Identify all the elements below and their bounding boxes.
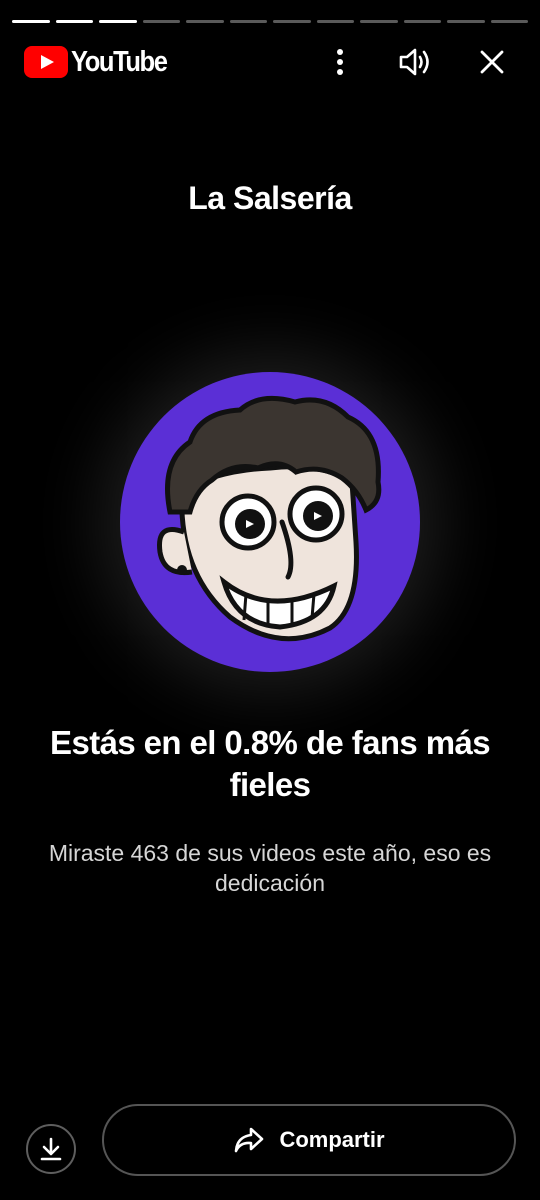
- progress-segment: [12, 20, 50, 23]
- progress-segment: [55, 20, 93, 23]
- youtube-play-icon: [24, 46, 68, 78]
- youtube-wordmark: YouTube: [71, 45, 168, 78]
- close-button[interactable]: [468, 38, 516, 86]
- download-button[interactable]: [26, 1124, 76, 1174]
- more-options-button[interactable]: [316, 38, 364, 86]
- videos-watched-text: Miraste 463 de sus videos este año, eso …: [48, 840, 492, 896]
- share-button[interactable]: Compartir: [102, 1104, 516, 1176]
- story-progress-bar: [12, 20, 528, 23]
- story-header: YouTube: [24, 38, 516, 86]
- progress-segment: [229, 20, 267, 23]
- progress-segment: [273, 20, 311, 23]
- channel-avatar: [120, 372, 420, 672]
- share-arrow-icon: [233, 1126, 265, 1154]
- progress-segment: [316, 20, 354, 23]
- download-icon: [40, 1137, 62, 1161]
- progress-segment: [490, 20, 528, 23]
- progress-segment: [186, 20, 224, 23]
- header-actions: [288, 38, 516, 86]
- progress-segment: [360, 20, 398, 23]
- youtube-logo: YouTube: [24, 46, 180, 79]
- progress-segment: [447, 20, 485, 23]
- volume-button[interactable]: [392, 38, 440, 86]
- close-icon: [480, 50, 504, 74]
- progress-segment: [142, 20, 180, 23]
- cartoon-face-illustration: [157, 395, 382, 642]
- more-vert-icon: [337, 49, 343, 75]
- volume-icon: [399, 48, 429, 76]
- share-button-label: Compartir: [279, 1127, 385, 1152]
- progress-segment: [99, 20, 137, 23]
- fan-rank-headline: Estás en el 0.8% de fans más fieles: [50, 724, 491, 803]
- progress-segment: [403, 20, 441, 23]
- channel-name: La Salsería: [188, 180, 352, 216]
